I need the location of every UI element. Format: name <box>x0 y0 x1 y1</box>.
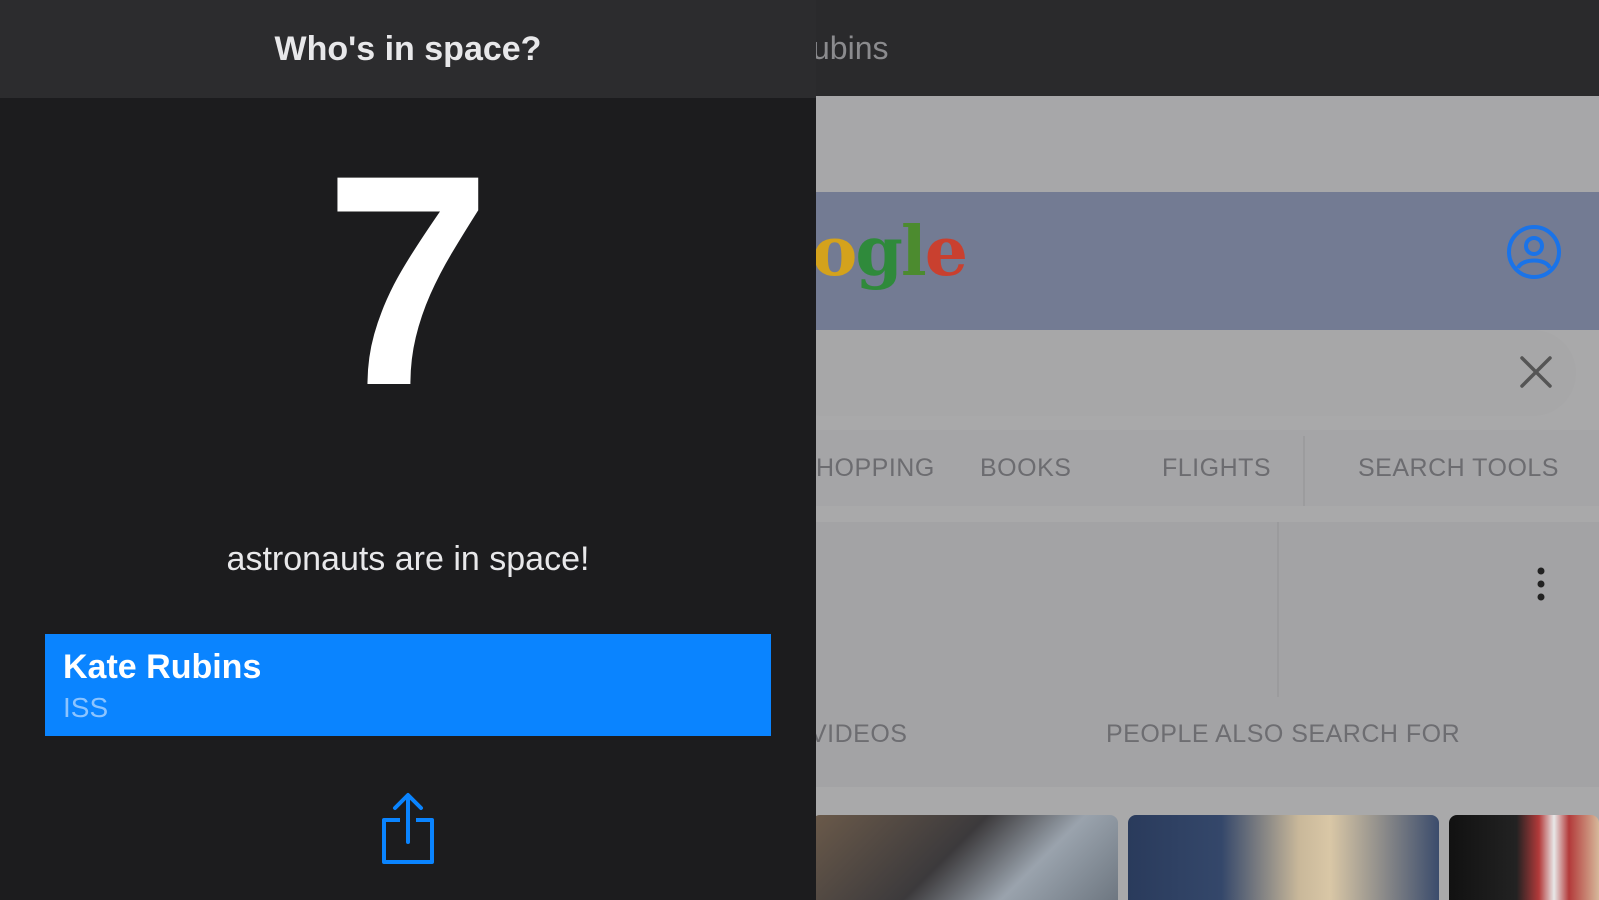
card-divider <box>1277 522 1279 697</box>
tab-separator <box>1303 436 1305 506</box>
astronaut-row[interactable]: Kate Rubins ISS <box>45 634 771 736</box>
tab-books[interactable]: BOOKS <box>980 454 1071 483</box>
share-icon[interactable] <box>378 790 438 868</box>
tab-shopping[interactable]: HOPPING <box>816 454 935 483</box>
image-thumbnail[interactable] <box>1128 815 1439 900</box>
count-caption: astronauts are in space! <box>226 540 590 578</box>
image-thumbnail[interactable] <box>1449 815 1599 900</box>
search-tabs: HOPPING BOOKS FLIGHTS SEARCH TOOLS <box>816 430 1599 506</box>
more-vert-icon[interactable] <box>1536 566 1546 602</box>
tab-search-tools[interactable]: SEARCH TOOLS <box>1358 454 1559 483</box>
panel-header: Who's in space? <box>0 0 816 98</box>
browser-title: ubins <box>812 30 889 66</box>
search-box[interactable] <box>780 330 1576 416</box>
panel-title: Who's in space? <box>274 30 542 68</box>
clear-icon[interactable] <box>1516 352 1556 392</box>
astronaut-name: Kate Rubins <box>63 648 262 686</box>
whos-in-space-panel: Who's in space? 7 astronauts are in spac… <box>0 0 816 900</box>
card-label-people-also-search[interactable]: PEOPLE ALSO SEARCH FOR <box>1106 720 1460 749</box>
card-label-videos[interactable]: VIDEOS <box>810 720 907 749</box>
doodle-logo[interactable]: ogle <box>812 212 968 292</box>
astronaut-craft: ISS <box>63 692 109 723</box>
astronaut-count: 7 <box>324 112 492 448</box>
image-thumbnail[interactable] <box>812 815 1118 900</box>
tab-flights[interactable]: FLIGHTS <box>1162 454 1271 483</box>
browser-band <box>816 96 1599 192</box>
account-icon[interactable] <box>1506 224 1562 280</box>
